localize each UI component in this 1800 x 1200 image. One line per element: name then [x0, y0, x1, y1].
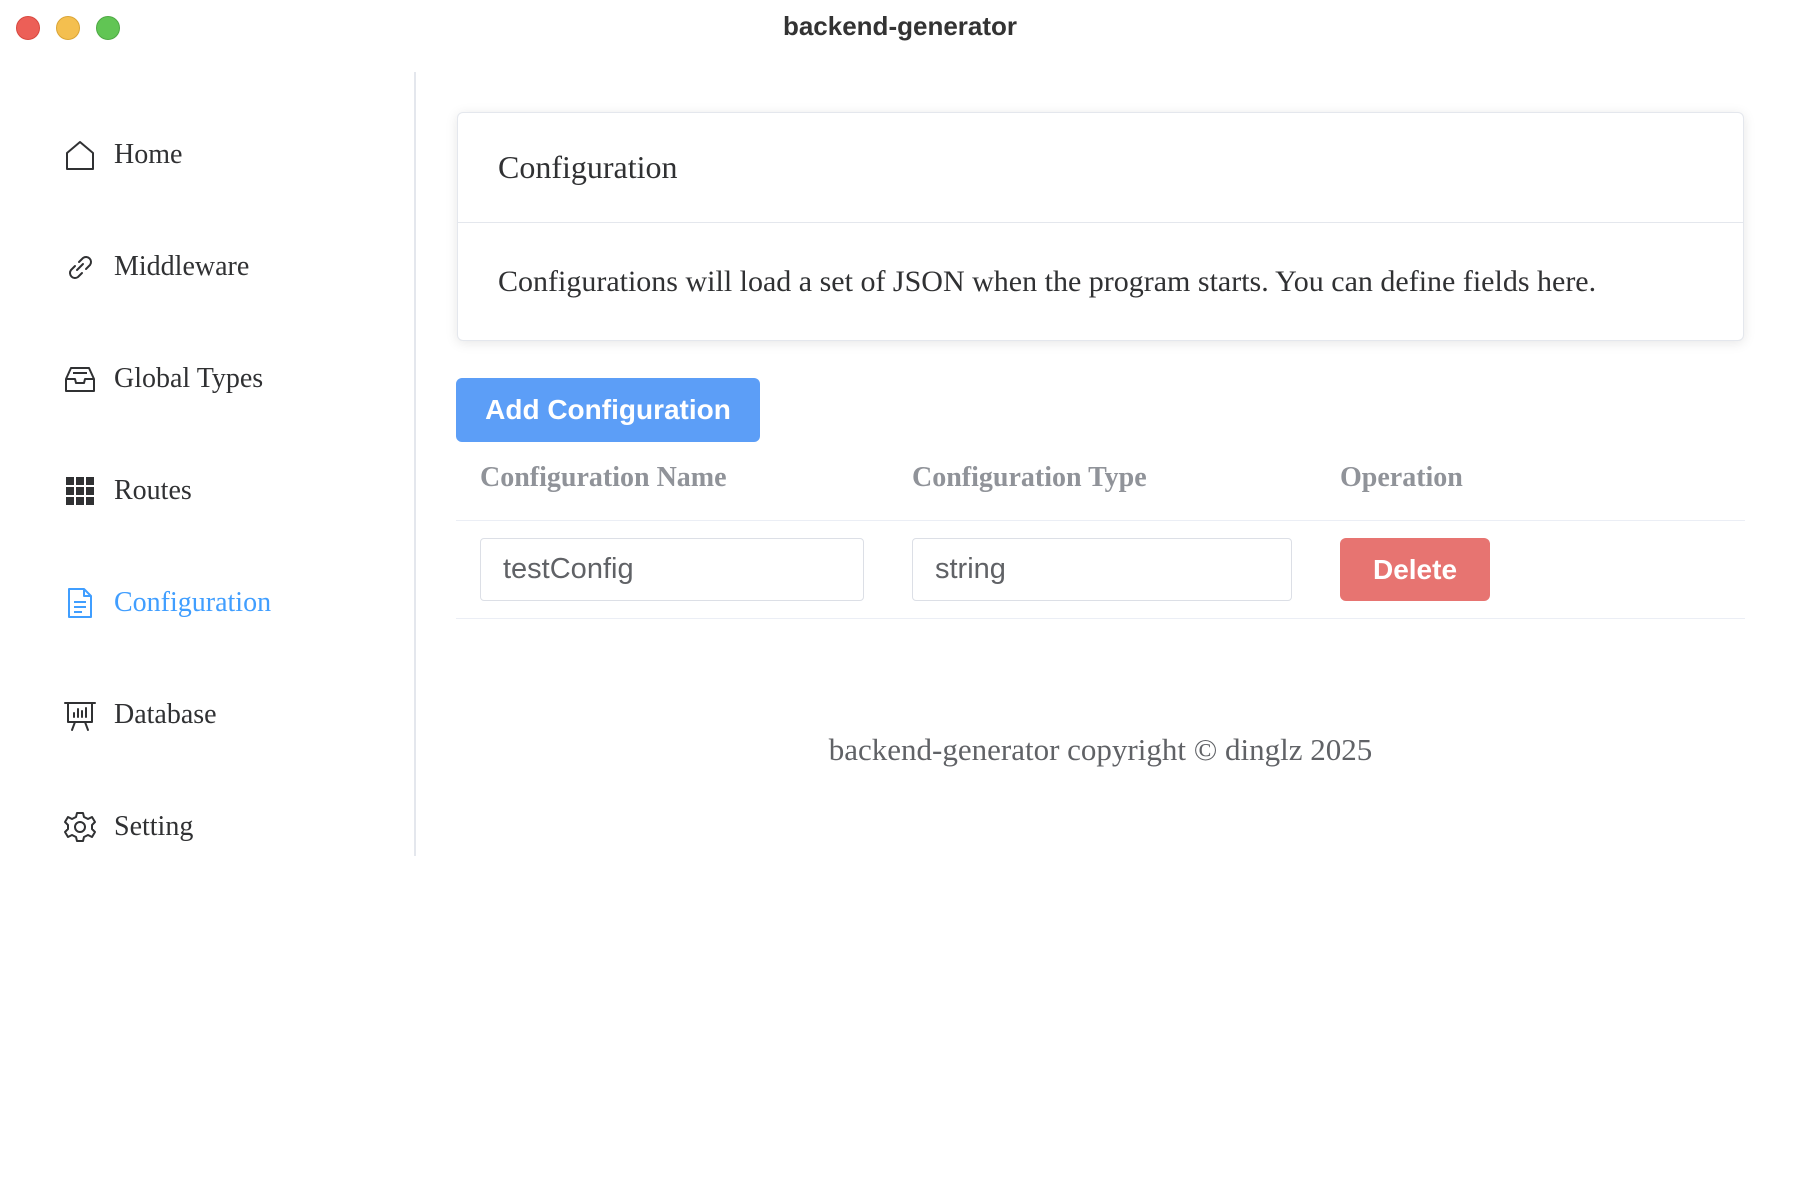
configuration-type-input[interactable]: string — [912, 538, 1292, 601]
window-title: backend-generator — [782, 11, 1018, 41]
sidebar-item-label: Database — [114, 699, 217, 730]
configuration-name-input[interactable]: testConfig — [480, 538, 864, 601]
column-header-operation: Operation — [1340, 462, 1463, 493]
delete-button[interactable]: Delete — [1340, 538, 1490, 601]
sidebar-item-configuration[interactable]: Configuration — [62, 575, 382, 631]
column-header-name: Configuration Name — [480, 462, 727, 493]
sidebar-item-middleware[interactable]: Middleware — [62, 239, 382, 295]
configuration-table: Configuration Name Configuration Type Op… — [456, 450, 1745, 619]
gear-icon — [62, 809, 98, 845]
title-bar: backend-generator — [0, 0, 1800, 56]
sidebar-item-setting[interactable]: Setting — [62, 799, 382, 855]
sidebar-item-label: Middleware — [114, 251, 250, 282]
sidebar-item-label: Routes — [114, 475, 192, 506]
column-header-type: Configuration Type — [912, 462, 1147, 493]
sidebar: Home Middleware Global Types Routes Conf… — [0, 72, 416, 856]
card-description: Configurations will load a set of JSON w… — [498, 265, 1597, 298]
sidebar-item-label: Configuration — [114, 587, 272, 618]
add-configuration-button[interactable]: Add Configuration — [456, 378, 760, 442]
table-header: Configuration Name Configuration Type Op… — [456, 450, 1745, 521]
document-icon — [62, 585, 98, 621]
sidebar-item-home[interactable]: Home — [62, 127, 382, 183]
home-icon — [62, 137, 98, 173]
copyright-footer: backend-generator copyright © dinglz 202… — [828, 732, 1373, 767]
sidebar-item-label: Global Types — [114, 363, 264, 394]
sidebar-item-global-types[interactable]: Global Types — [62, 351, 382, 407]
presentation-board-icon — [62, 697, 98, 733]
sidebar-item-label: Setting — [114, 811, 194, 842]
inbox-icon — [62, 361, 98, 397]
link-icon — [62, 249, 98, 285]
app-window: backend-generator Home Middleware Global… — [0, 0, 1800, 1200]
sidebar-item-label: Home — [114, 139, 183, 170]
info-card: Configuration Configurations will load a… — [457, 112, 1744, 341]
card-title: Configuration — [458, 113, 1743, 223]
grid-icon — [62, 473, 98, 509]
table-row: testConfig string Delete — [456, 521, 1745, 619]
sidebar-item-routes[interactable]: Routes — [62, 463, 382, 519]
sidebar-item-database[interactable]: Database — [62, 687, 382, 743]
